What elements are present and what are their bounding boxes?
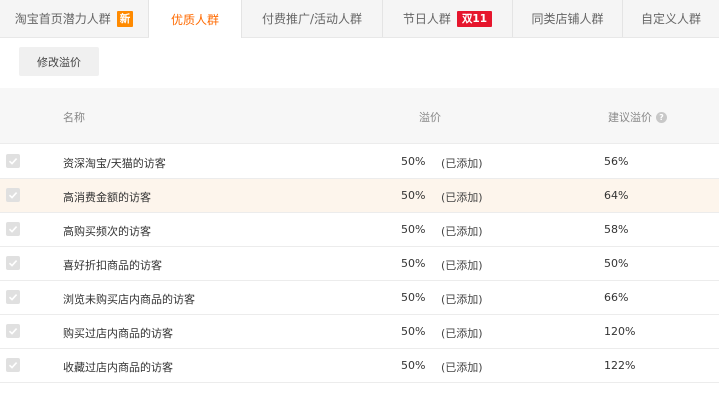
column-header-suggest-label: 建议溢价	[608, 111, 652, 124]
row-premium: 50%	[401, 291, 426, 304]
table-row: 收藏过店内商品的访客 50% (已添加) 122%	[0, 349, 719, 383]
row-suggest: 50%	[604, 257, 629, 270]
row-suggest: 64%	[604, 189, 629, 202]
row-checkbox[interactable]	[6, 358, 20, 372]
tab-holiday-crowd[interactable]: 节日人群 双11	[383, 0, 513, 37]
row-suggest: 58%	[604, 223, 629, 236]
checkmark-icon	[8, 192, 18, 199]
table-row: 购买过店内商品的访客 50% (已添加) 120%	[0, 315, 719, 349]
modify-premium-button[interactable]: 修改溢价	[19, 47, 99, 76]
row-status: (已添加)	[441, 225, 483, 238]
tab-quality-crowd[interactable]: 优质人群	[149, 0, 242, 38]
row-suggest: 122%	[604, 359, 636, 372]
row-checkbox[interactable]	[6, 256, 20, 270]
row-premium: 50%	[401, 257, 426, 270]
row-name: 高购买频次的访客	[63, 225, 151, 238]
row-name: 高消费金额的访客	[63, 191, 151, 204]
row-name: 浏览未购买店内商品的访客	[63, 293, 195, 306]
row-status: (已添加)	[441, 259, 483, 272]
question-circle-icon[interactable]: ?	[656, 111, 667, 123]
row-checkbox[interactable]	[6, 290, 20, 304]
row-status: (已添加)	[441, 191, 483, 204]
row-suggest: 66%	[604, 291, 629, 304]
new-badge: 新	[116, 10, 134, 27]
row-premium: 50%	[401, 155, 426, 168]
row-suggest: 120%	[604, 325, 636, 338]
tab-custom-crowd[interactable]: 自定义人群	[623, 0, 719, 37]
tab-label: 淘宝首页潜力人群	[14, 12, 111, 26]
column-header-premium: 溢价	[419, 111, 441, 124]
tab-bar: 淘宝首页潜力人群 新 优质人群 付费推广/活动人群 节日人群 双11 同类店铺人…	[0, 0, 719, 38]
table-row: 喜好折扣商品的访客 50% (已添加) 50%	[0, 247, 719, 281]
row-status: (已添加)	[441, 157, 483, 170]
tab-taobao-home-potential[interactable]: 淘宝首页潜力人群 新	[0, 0, 149, 37]
row-name: 收藏过店内商品的访客	[63, 361, 173, 374]
table-row: 浏览未购买店内商品的访客 50% (已添加) 66%	[0, 281, 719, 315]
column-header-suggest: 建议溢价 ?	[608, 109, 667, 125]
row-premium: 50%	[401, 189, 426, 202]
row-checkbox[interactable]	[6, 188, 20, 202]
row-name: 购买过店内商品的访客	[63, 327, 173, 340]
checkmark-icon	[8, 294, 18, 301]
row-name: 喜好折扣商品的访客	[63, 259, 162, 272]
row-status: (已添加)	[441, 361, 483, 374]
checkmark-icon	[8, 260, 18, 267]
tab-label: 同类店铺人群	[531, 12, 604, 26]
row-name: 资深淘宝/天猫的访客	[63, 157, 166, 170]
row-checkbox[interactable]	[6, 222, 20, 236]
row-status: (已添加)	[441, 327, 483, 340]
checkmark-icon	[8, 226, 18, 233]
table-row: 高购买频次的访客 50% (已添加) 58%	[0, 213, 719, 247]
tab-label: 付费推广/活动人群	[261, 12, 363, 26]
checkmark-icon	[8, 328, 18, 335]
tab-similar-store-crowd[interactable]: 同类店铺人群	[513, 0, 623, 37]
tab-label: 自定义人群	[640, 12, 701, 26]
row-suggest: 56%	[604, 155, 629, 168]
column-header-name: 名称	[63, 111, 85, 124]
checkmark-icon	[8, 362, 18, 369]
row-premium: 50%	[401, 325, 426, 338]
table-header: 名称 溢价 建议溢价 ?	[0, 88, 719, 144]
row-checkbox[interactable]	[6, 324, 20, 338]
row-premium: 50%	[401, 223, 426, 236]
row-checkbox[interactable]	[6, 154, 20, 168]
table-row: 资深淘宝/天猫的访客 50% (已添加) 56%	[0, 145, 719, 179]
double11-badge: 双11	[456, 10, 493, 27]
page: 淘宝首页潜力人群 新 优质人群 付费推广/活动人群 节日人群 双11 同类店铺人…	[0, 0, 719, 420]
tab-label: 节日人群	[402, 12, 451, 26]
row-premium: 50%	[401, 359, 426, 372]
row-status: (已添加)	[441, 293, 483, 306]
table-row: 高消费金额的访客 50% (已添加) 64%	[0, 179, 719, 213]
tab-label: 优质人群	[170, 12, 219, 27]
checkmark-icon	[8, 158, 18, 165]
tab-paid-promotion-crowd[interactable]: 付费推广/活动人群	[242, 0, 383, 37]
